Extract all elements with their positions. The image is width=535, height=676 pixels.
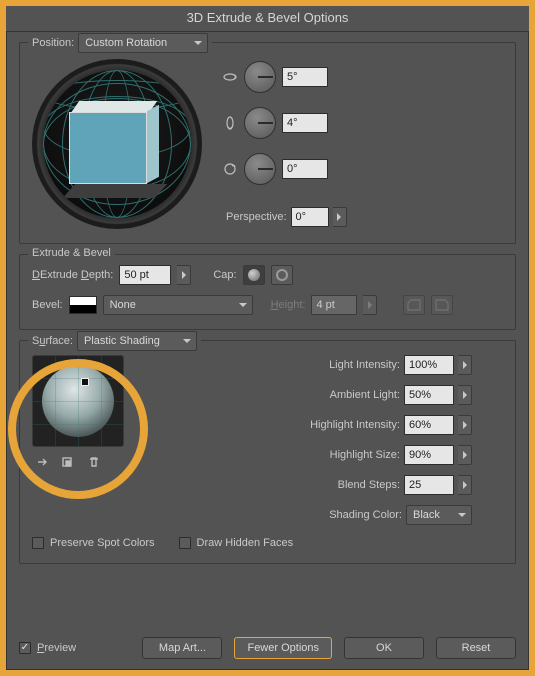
dialog-body: Position: Custom Rotation xyxy=(6,31,529,670)
ok-button[interactable]: OK xyxy=(344,637,424,659)
bevel-extent-in-icon xyxy=(403,295,425,315)
surface-group: Surface: Plastic Shading xyxy=(19,340,516,564)
shading-color-label: Shading Color: xyxy=(172,509,402,521)
position-group: Position: Custom Rotation xyxy=(19,42,516,244)
rotation-trackball[interactable] xyxy=(32,59,202,229)
cap-off-button[interactable] xyxy=(271,265,293,285)
bevel-height-input xyxy=(311,295,357,315)
blend-steps-label: Blend Steps: xyxy=(172,479,400,491)
ambient-light-stepper[interactable] xyxy=(458,385,472,405)
extrude-bevel-group-label: Extrude & Bevel xyxy=(28,247,115,259)
move-light-back-icon[interactable] xyxy=(32,453,52,471)
perspective-label: Perspective: xyxy=(226,211,287,223)
light-intensity-input[interactable] xyxy=(404,355,454,375)
light-preview[interactable] xyxy=(32,355,124,447)
light-intensity-label: Light Intensity: xyxy=(172,359,400,371)
rotate-y-icon xyxy=(222,115,238,131)
preserve-spot-colors-checkbox[interactable]: Preserve Spot Colors xyxy=(32,537,155,549)
bevel-height-stepper xyxy=(363,295,377,315)
blend-steps-input[interactable] xyxy=(404,475,454,495)
rotate-z-dial[interactable] xyxy=(244,153,276,185)
rotate-y-dial[interactable] xyxy=(244,107,276,139)
reset-button[interactable]: Reset xyxy=(436,637,516,659)
position-dropdown[interactable]: Custom Rotation xyxy=(78,33,208,53)
light-marker[interactable] xyxy=(81,378,89,386)
rotate-z-icon xyxy=(222,161,238,177)
cap-on-button[interactable] xyxy=(243,265,265,285)
map-art-button[interactable]: Map Art... xyxy=(142,637,222,659)
draw-hidden-faces-checkbox[interactable]: Draw Hidden Faces xyxy=(179,537,294,549)
preview-checkbox[interactable]: Preview xyxy=(19,642,76,654)
ambient-light-label: Ambient Light: xyxy=(172,389,400,401)
new-light-icon[interactable] xyxy=(58,453,78,471)
bevel-height-label: Height: xyxy=(271,299,306,311)
highlight-intensity-label: Highlight Intensity: xyxy=(172,419,400,431)
cap-label: Cap: xyxy=(213,269,236,281)
rotate-x-icon xyxy=(222,69,238,85)
dialog-footer: Preview Map Art... Fewer Options OK Rese… xyxy=(19,633,516,659)
extrude-depth-input[interactable] xyxy=(119,265,171,285)
dialog-title: 3D Extrude & Bevel Options xyxy=(6,6,529,31)
delete-light-icon[interactable] xyxy=(84,453,104,471)
fewer-options-button[interactable]: Fewer Options xyxy=(234,637,332,659)
bevel-dropdown[interactable]: None xyxy=(103,295,253,315)
surface-dropdown[interactable]: Plastic Shading xyxy=(77,331,197,351)
dialog-3d-extrude-bevel: 3D Extrude & Bevel Options Position: Cus… xyxy=(6,6,529,670)
light-intensity-stepper[interactable] xyxy=(458,355,472,375)
ambient-light-input[interactable] xyxy=(404,385,454,405)
shading-color-dropdown[interactable]: Black xyxy=(406,505,472,525)
highlight-size-input[interactable] xyxy=(404,445,454,465)
highlight-intensity-stepper[interactable] xyxy=(458,415,472,435)
bevel-extent-out-icon xyxy=(431,295,453,315)
rotate-x-input[interactable] xyxy=(282,67,328,87)
perspective-stepper[interactable] xyxy=(333,207,347,227)
blend-steps-stepper[interactable] xyxy=(458,475,472,495)
rotate-x-dial[interactable] xyxy=(244,61,276,93)
extrude-bevel-group: Extrude & Bevel DExtrude Depth:Extrude D… xyxy=(19,254,516,330)
bevel-label: Bevel: xyxy=(32,299,63,311)
bevel-swatch-icon xyxy=(69,296,97,314)
extrude-depth-stepper[interactable] xyxy=(177,265,191,285)
highlight-size-label: Highlight Size: xyxy=(172,449,400,461)
perspective-input[interactable] xyxy=(291,207,329,227)
rotate-z-input[interactable] xyxy=(282,159,328,179)
highlight-intensity-input[interactable] xyxy=(404,415,454,435)
rotate-y-input[interactable] xyxy=(282,113,328,133)
extrude-depth-label: DExtrude Depth:Extrude Depth: xyxy=(32,269,113,281)
highlight-size-stepper[interactable] xyxy=(458,445,472,465)
surface-label: Surface: xyxy=(32,335,73,347)
position-label: Position: xyxy=(32,37,74,49)
